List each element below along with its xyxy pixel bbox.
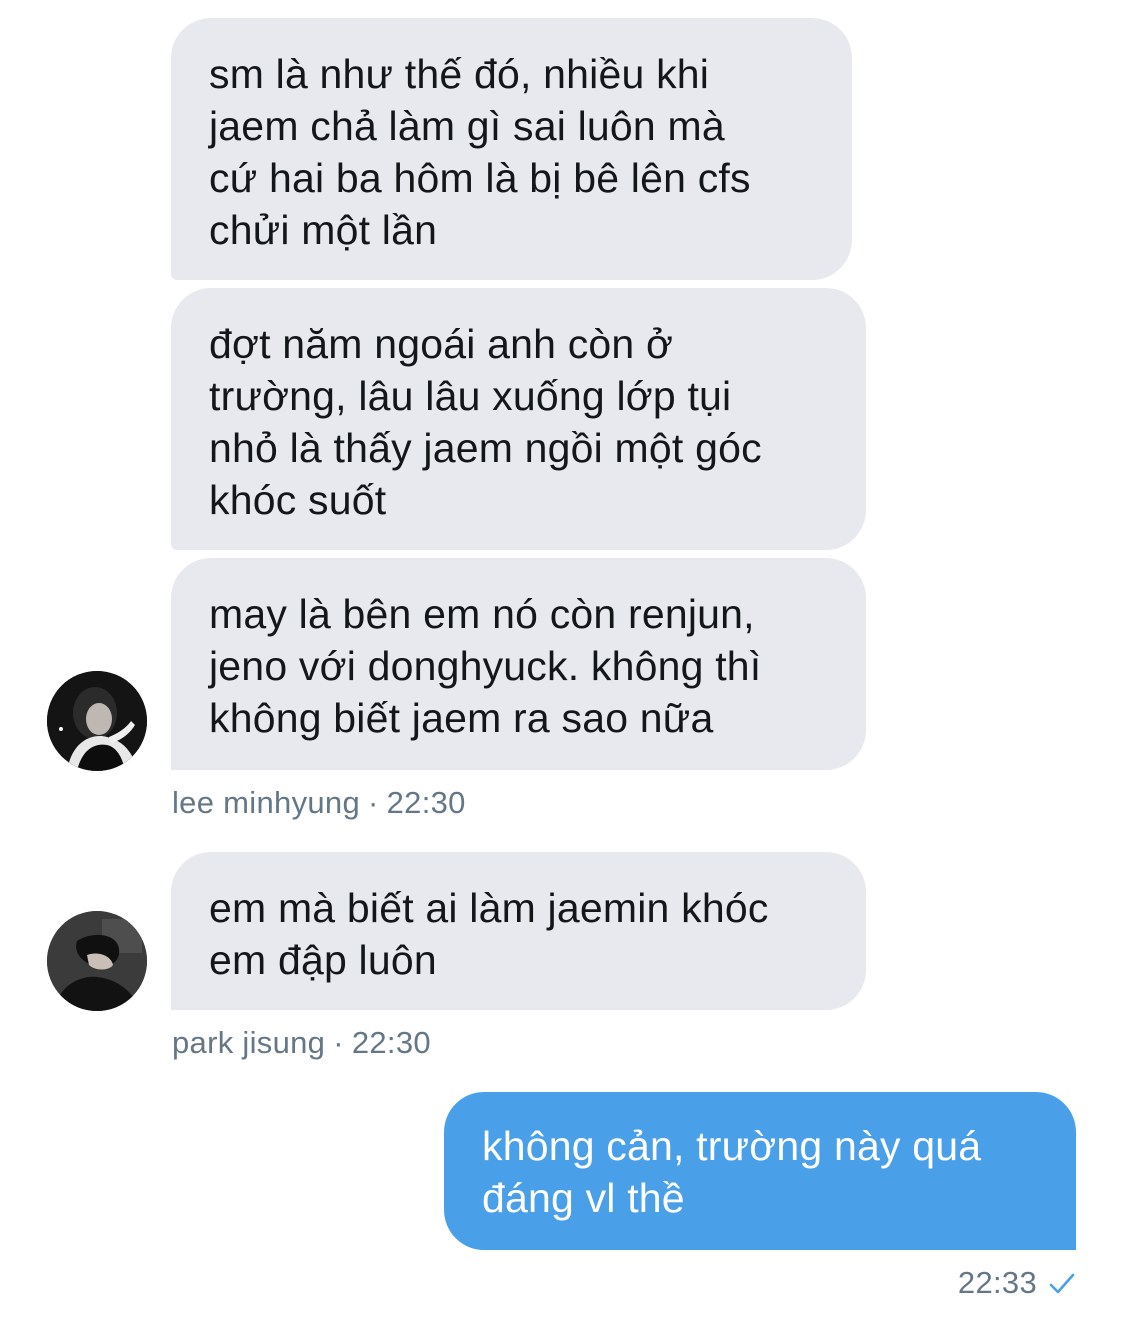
avatar[interactable] [47, 671, 147, 771]
avatar-photo-icon [47, 911, 147, 1011]
message-bubble-incoming[interactable]: em mà biết ai làm jaemin khóc em đập luô… [171, 852, 866, 1010]
sender-name: lee minhyung [172, 785, 360, 820]
own-message-meta: 22:33 [958, 1264, 1075, 1301]
avatar-photo-icon [47, 671, 147, 771]
message-bubble-incoming[interactable]: sm là như thế đó, nhiều khi jaem chả làm… [171, 18, 852, 280]
sender-name: park jisung [172, 1025, 326, 1060]
message-time: 22:33 [957, 1265, 1037, 1300]
message-bubble-incoming[interactable]: đợt năm ngoái anh còn ở trường, lâu lâu … [171, 288, 866, 550]
message-meta: lee minhyung · 22:30 [172, 785, 466, 821]
message-bubble-outgoing[interactable]: không cản, trường này quá đáng vl thề [444, 1092, 1076, 1250]
meta-separator: · [368, 785, 379, 820]
message-meta: park jisung · 22:30 [172, 1025, 431, 1061]
message-bubble-incoming[interactable]: may là bên em nó còn renjun, jeno với do… [171, 558, 866, 770]
checkmark-icon [1049, 1264, 1075, 1301]
meta-separator: · [333, 1025, 344, 1060]
avatar[interactable] [47, 911, 147, 1011]
message-time: 22:30 [351, 1025, 431, 1060]
message-time: 22:30 [386, 785, 466, 820]
